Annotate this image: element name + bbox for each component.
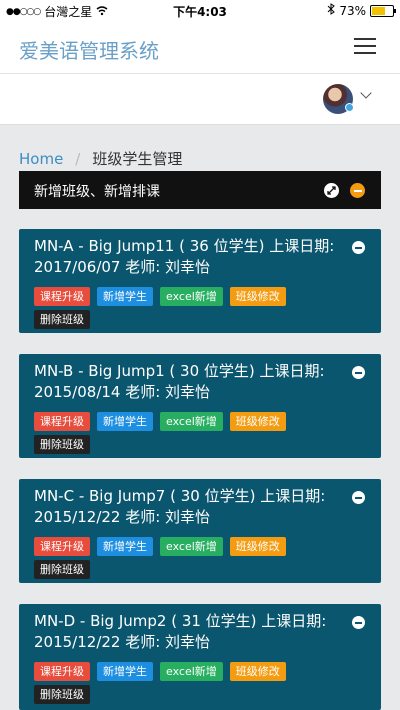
class-title: MN-C - Big Jump7 ( 30 位学生) 上课日期: 2015/12… bbox=[34, 487, 326, 526]
collapse-card-icon[interactable] bbox=[352, 241, 365, 254]
excel-add-button[interactable]: excel新增 bbox=[160, 537, 223, 556]
class-card: MN-D - Big Jump2 ( 31 位学生) 上课日期: 2015/12… bbox=[19, 604, 381, 710]
edit-class-button[interactable]: 班级修改 bbox=[229, 537, 286, 556]
hamburger-menu-icon[interactable] bbox=[354, 38, 376, 54]
upgrade-course-button[interactable]: 课程升级 bbox=[34, 287, 90, 306]
delete-class-button[interactable]: 删除班级 bbox=[34, 560, 90, 579]
battery-percent: 73% bbox=[339, 3, 366, 18]
collapse-icon[interactable] bbox=[350, 183, 365, 198]
upgrade-course-button[interactable]: 课程升级 bbox=[34, 537, 90, 556]
class-title: MN-A - Big Jump11 ( 36 位学生) 上课日期: 2017/0… bbox=[34, 237, 335, 276]
breadcrumb-separator: / bbox=[75, 149, 81, 168]
breadcrumb: Home / 班级学生管理 bbox=[19, 148, 182, 169]
upgrade-course-button[interactable]: 课程升级 bbox=[34, 662, 90, 681]
class-card: MN-C - Big Jump7 ( 30 位学生) 上课日期: 2015/12… bbox=[19, 479, 381, 583]
delete-class-button[interactable]: 删除班级 bbox=[34, 310, 90, 329]
app-title[interactable]: 爱美语管理系统 bbox=[19, 35, 159, 64]
panel-title: 新增班级、新增排课 bbox=[34, 184, 160, 200]
class-card: MN-B - Big Jump1 ( 30 位学生) 上课日期: 2015/08… bbox=[19, 354, 381, 458]
delete-class-button[interactable]: 删除班级 bbox=[34, 685, 90, 704]
collapse-card-icon[interactable] bbox=[352, 491, 365, 504]
class-title: MN-B - Big Jump1 ( 30 位学生) 上课日期: 2015/08… bbox=[34, 362, 325, 401]
edit-class-button[interactable]: 班级修改 bbox=[229, 662, 286, 681]
online-status-icon bbox=[345, 103, 354, 112]
edit-class-button[interactable]: 班级修改 bbox=[229, 412, 286, 431]
breadcrumb-home-link[interactable]: Home bbox=[19, 150, 63, 168]
avatar[interactable] bbox=[323, 84, 354, 114]
excel-add-button[interactable]: excel新增 bbox=[160, 662, 223, 681]
collapse-card-icon[interactable] bbox=[352, 616, 365, 629]
class-title: MN-D - Big Jump2 ( 31 位学生) 上课日期: 2015/12… bbox=[34, 612, 327, 651]
excel-add-button[interactable]: excel新增 bbox=[160, 287, 223, 306]
breadcrumb-current: 班级学生管理 bbox=[92, 150, 183, 168]
add-student-button[interactable]: 新增学生 bbox=[97, 287, 153, 306]
class-card: MN-A - Big Jump11 ( 36 位学生) 上课日期: 2017/0… bbox=[19, 229, 381, 333]
upgrade-course-button[interactable]: 课程升级 bbox=[34, 412, 90, 431]
excel-add-button[interactable]: excel新增 bbox=[160, 412, 223, 431]
bluetooth-icon bbox=[327, 3, 336, 18]
status-bar: ●●○○○ 台灣之星 下午4:03 73% bbox=[0, 0, 400, 20]
expand-icon[interactable] bbox=[324, 183, 339, 198]
chevron-down-icon[interactable] bbox=[360, 87, 372, 99]
collapse-card-icon[interactable] bbox=[352, 366, 365, 379]
edit-class-button[interactable]: 班级修改 bbox=[229, 287, 286, 306]
add-student-button[interactable]: 新增学生 bbox=[97, 412, 153, 431]
top-navbar: 爱美语管理系统 bbox=[0, 20, 400, 74]
add-student-button[interactable]: 新增学生 bbox=[97, 537, 153, 556]
delete-class-button[interactable]: 删除班级 bbox=[34, 435, 90, 454]
add-student-button[interactable]: 新增学生 bbox=[97, 662, 153, 681]
battery-icon bbox=[370, 4, 396, 17]
add-class-panel[interactable]: 新增班级、新增排课 bbox=[19, 171, 381, 209]
user-bar bbox=[0, 74, 400, 125]
